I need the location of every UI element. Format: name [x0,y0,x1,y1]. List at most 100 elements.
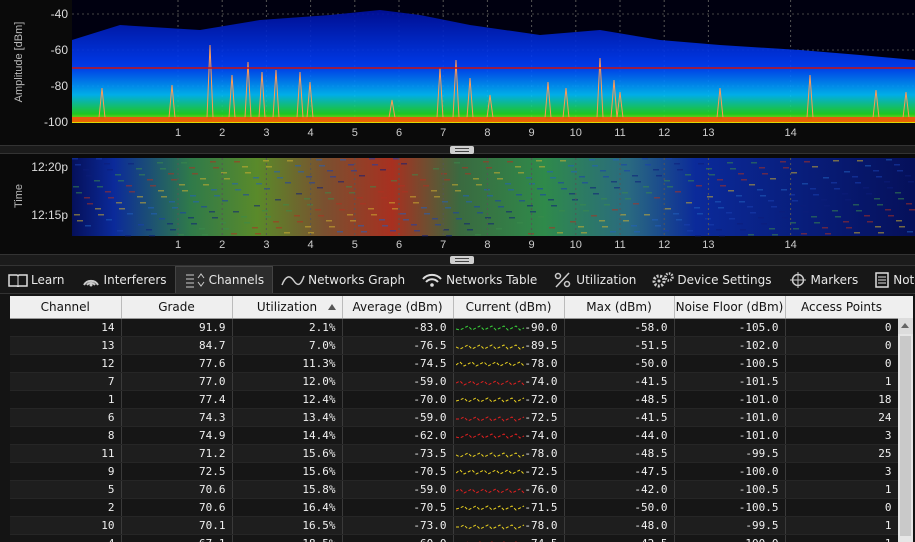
col-header-current[interactable]: Current (dBm) [453,296,565,319]
waterfall-speckle [878,232,884,234]
waterfall-speckle [277,177,283,179]
col-header-average[interactable]: Average (dBm) [342,296,454,319]
waterfall-speckle [170,229,176,231]
col-header-channel[interactable]: Channel [10,296,122,319]
waterfall-speckle [571,171,577,173]
waterfall-speckle [716,229,722,231]
waterfall-speckle [897,170,903,172]
col-header-grade[interactable]: Grade [121,296,233,319]
cell-noise: -102.0 [674,336,786,355]
waterfall-speckle [768,200,774,202]
waterfall-speckle [305,226,311,228]
waterfall-speckle [413,202,419,204]
tab-networks-graph[interactable]: Networks Graph [273,267,413,293]
table-row[interactable]: 14 91.9 2.1% -83.0 -90.0 -58.0 -105.0 0 [10,318,898,337]
cell-avg: -73.5 [342,444,454,463]
col-header-max[interactable]: Max (dBm) [564,296,675,319]
col-header-utilization[interactable]: Utilization [232,296,343,319]
cell-aps: 1 [785,534,898,542]
splitter-top[interactable] [0,145,915,154]
waterfall-speckle [264,188,270,190]
waterfall-speckle [698,163,704,165]
scroll-thumb[interactable] [900,336,911,536]
waterfall-speckle [483,161,489,163]
col-header-access-points[interactable]: Access Points [785,296,898,319]
waterfall-speckle [245,172,251,174]
tab-learn[interactable]: Learn [0,267,73,293]
cell-avg: -70.5 [342,498,454,517]
tab-utilization[interactable]: Utilization [545,267,644,293]
waterfall-speckle [623,220,629,222]
spectrum-channel-label: 7 [440,127,446,139]
waterfall-speckle [466,201,472,203]
tab-notes[interactable]: Notes [866,267,915,293]
table-row[interactable]: 6 74.3 13.4% -59.0 -72.5 -41.5 -101.0 24 [10,408,898,427]
table-row[interactable]: 2 70.6 16.4% -70.5 -71.5 -50.0 -100.5 0 [10,498,898,517]
table-scrollbar[interactable] [898,318,913,542]
splitter-grip[interactable] [450,146,474,154]
table-row[interactable]: 7 77.0 12.0% -59.0 -74.0 -41.5 -101.5 1 [10,372,898,391]
waterfall-speckle [192,173,198,175]
waterfall-speckle [781,189,787,191]
tab-channels[interactable]: Channels [174,266,274,293]
waterfall-speckle [159,218,165,220]
splitter-bottom[interactable] [0,254,915,266]
waterfall-speckle [769,228,775,230]
waterfall-speckle [172,207,178,209]
table-row[interactable]: 13 84.7 7.0% -76.5 -89.5 -51.5 -102.0 0 [10,336,898,355]
waterfall-speckle [886,159,892,161]
waterfall-speckle [509,217,515,219]
splitter-grip[interactable] [450,256,474,264]
waterfall-speckle [831,182,837,184]
table-row[interactable]: 12 77.6 11.3% -74.5 -78.0 -50.0 -100.5 0 [10,354,898,373]
channels-table[interactable]: Channel Grade Utilization Average (dBm) … [10,296,898,542]
current-sparkline [455,488,524,494]
waterfall-speckle [294,215,300,217]
waterfall-speckle [505,183,511,185]
table-header-row: Channel Grade Utilization Average (dBm) … [10,296,898,319]
waterfall-speckle [309,182,315,184]
cell-noise: -100.5 [674,354,786,373]
waterfall-speckle [209,211,215,213]
table-row[interactable]: 9 72.5 15.6% -70.5 -72.5 -47.5 -100.0 3 [10,462,898,481]
waterfall-speckle [140,202,146,204]
waterfall-speckle [317,187,323,189]
tab-device-settings[interactable]: Device Settings [644,267,779,293]
spectrum-graph[interactable]: Amplitude [dBm] -40 -60 -80 -100 1234567891… [0,0,915,145]
col-header-utilization-label: Utilization [256,300,318,314]
waterfall-speckle [751,162,757,164]
waterfall-channel-label: 6 [396,239,402,251]
waterfall-speckle [117,230,123,232]
col-header-noise-floor[interactable]: Noise Floor (dBm) [674,296,786,319]
table-row[interactable]: 5 70.6 15.8% -59.0 -76.0 -42.0 -100.5 1 [10,480,898,499]
cell-aps: 1 [785,372,898,391]
waterfall-speckle [188,217,194,219]
table-row[interactable]: 1 77.4 12.4% -70.0 -72.0 -48.5 -101.0 18 [10,390,898,409]
waterfall-speckle [160,168,166,170]
waterfall-speckle [590,187,596,189]
table-row[interactable]: 11 71.2 15.6% -73.5 -78.0 -48.5 -99.5 25 [10,444,898,463]
cell-avg: -73.0 [342,516,454,535]
waterfall-speckle [379,219,385,221]
scroll-up-button[interactable] [898,318,913,334]
spectrum-ytick: -40 [51,7,69,21]
table-row[interactable]: 467.118.5%-60.0 -74.5 -42.5-100.01 [10,534,898,542]
waterfall-speckle [684,224,690,226]
tab-channels-label: Channels [208,273,265,287]
tab-markers[interactable]: Markers [780,267,867,293]
waterfall-speckle [655,225,661,227]
cell-max: -42.5 [564,534,675,542]
waterfall-speckle [276,227,282,229]
tab-interferers[interactable]: Interferers [73,267,175,293]
waterfall-speckle [536,160,542,162]
waterfall-speckle [210,161,216,163]
table-row[interactable]: 8 74.9 14.4% -62.0 -74.0 -44.0 -101.0 3 [10,426,898,445]
table-row[interactable]: 10 70.1 16.5% -73.0 -78.0 -48.0 -99.5 1 [10,516,898,535]
waterfall-speckle [634,231,640,233]
cell-noise: -101.0 [674,390,786,409]
waterfall-speckle [749,184,755,186]
tab-networks-table[interactable]: Networks Table [413,267,545,293]
waterfall-graph[interactable]: Time 12:20p 12:15p 1 2 3 4 5 6 7 8 9 10 11 12 13 14 [0,154,915,254]
tab-utilization-label: Utilization [576,272,637,287]
tab-bar: Learn Interferers Channels Networks Grap… [0,266,915,294]
